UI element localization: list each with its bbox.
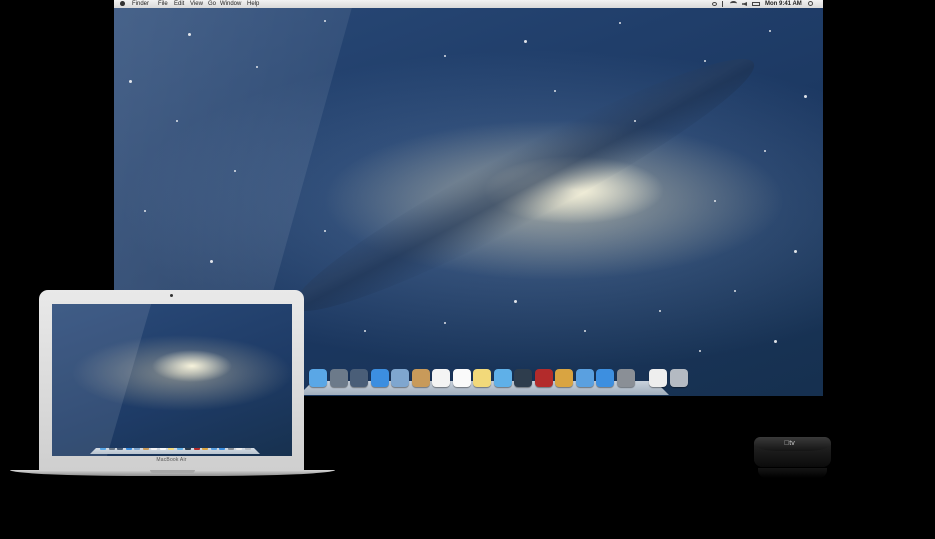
star xyxy=(619,22,621,24)
time-machine-icon[interactable] xyxy=(712,2,717,6)
macbook-dock xyxy=(90,448,260,454)
macbook-dock-trash-icon xyxy=(244,448,251,450)
dock-messages-icon[interactable] xyxy=(493,369,512,387)
macbook-dock-contacts-icon xyxy=(142,448,149,450)
menu-finder[interactable]: Finder xyxy=(132,0,149,8)
star xyxy=(324,230,326,232)
macbook-base-notch xyxy=(150,470,195,473)
dock-calendar-icon[interactable] xyxy=(432,369,450,387)
macbook-dock-mail-icon xyxy=(134,448,140,450)
macbook-dock-messages-icon xyxy=(176,448,183,450)
menu-window[interactable]: Window xyxy=(220,0,241,8)
macbook-dock-app-store-icon xyxy=(219,448,225,450)
spotlight-icon[interactable] xyxy=(808,1,813,6)
menu-view[interactable]: View xyxy=(190,0,203,8)
dock-finder-icon[interactable] xyxy=(309,369,327,387)
star xyxy=(769,30,771,32)
macbook-dock-calendar-icon xyxy=(151,448,157,450)
macbook-screen-glare xyxy=(52,301,152,456)
dock-app-store-icon[interactable] xyxy=(596,369,614,387)
star xyxy=(634,120,636,122)
dock-trash-icon[interactable] xyxy=(669,369,688,387)
star xyxy=(794,250,797,253)
camera-icon xyxy=(170,294,173,297)
dock-launchpad-icon[interactable] xyxy=(329,369,348,387)
dock-itunes-icon[interactable] xyxy=(575,369,594,387)
dock-reminders-icon[interactable] xyxy=(452,369,471,387)
star xyxy=(554,90,556,92)
dock-safari-icon[interactable] xyxy=(370,369,389,387)
star xyxy=(514,300,517,303)
macbook-dock-documents-icon xyxy=(236,448,242,450)
menu-edit[interactable]: Edit xyxy=(174,0,184,8)
dock-contacts-icon[interactable] xyxy=(411,369,430,387)
macbook-dock-facetime-icon xyxy=(185,448,191,450)
volume-icon[interactable] xyxy=(742,2,747,6)
star xyxy=(444,322,446,324)
macbook-dock-itunes-icon xyxy=(210,448,217,450)
apple-tv: tv xyxy=(754,437,831,467)
apple-menu-icon[interactable] xyxy=(120,1,125,6)
star xyxy=(524,40,527,43)
dock-documents-icon[interactable] xyxy=(649,369,667,387)
star xyxy=(764,150,766,152)
dock-system-preferences-icon[interactable] xyxy=(616,369,635,387)
menu-help[interactable]: Help xyxy=(247,0,259,8)
menu-go[interactable]: Go xyxy=(208,0,216,8)
star xyxy=(714,200,716,202)
star xyxy=(804,95,807,98)
dock-mail-icon[interactable] xyxy=(391,369,409,387)
star xyxy=(584,330,586,332)
galaxy-wallpaper xyxy=(278,32,770,338)
dock xyxy=(299,367,688,395)
dock-notes-icon[interactable] xyxy=(473,369,491,387)
dock-iphoto-icon[interactable] xyxy=(555,369,573,387)
macbook-screen xyxy=(52,301,292,456)
star xyxy=(774,340,777,343)
apple-tv-top: tv xyxy=(754,437,831,451)
macbook-dock-photo-booth-icon xyxy=(193,448,200,450)
star xyxy=(659,310,661,312)
wifi-icon[interactable] xyxy=(730,1,737,6)
dock-mission-control-icon[interactable] xyxy=(350,369,368,387)
star xyxy=(364,330,366,332)
apple-tv-logo: tv xyxy=(784,440,795,447)
macbook-menu-bar xyxy=(52,301,292,304)
dock-facetime-icon[interactable] xyxy=(514,369,532,387)
macbook-dock-mission-control-icon xyxy=(117,448,123,450)
macbook-dock-iphoto-icon xyxy=(202,448,208,450)
macbook-air: MacBook Air xyxy=(39,290,304,470)
star xyxy=(444,55,446,57)
menu-file[interactable]: File xyxy=(158,0,168,8)
menu-clock[interactable]: Mon 9:41 AM xyxy=(765,0,802,8)
dock-photo-booth-icon[interactable] xyxy=(534,369,553,387)
star xyxy=(734,290,736,292)
macbook-dock-safari-icon xyxy=(125,448,132,450)
battery-icon[interactable] xyxy=(752,2,760,6)
star xyxy=(699,350,701,352)
macbook-dock-reminders-icon xyxy=(159,448,166,450)
apple-tv-reflection xyxy=(758,468,827,478)
macbook-label: MacBook Air xyxy=(156,457,187,463)
bluetooth-icon[interactable] xyxy=(722,1,726,7)
star xyxy=(704,60,706,62)
macbook-dock-notes-icon xyxy=(168,448,174,450)
menu-bar: Finder File Edit View Go Window Help Mon… xyxy=(114,0,823,8)
macbook-dock-system-preferences-icon xyxy=(227,448,234,450)
